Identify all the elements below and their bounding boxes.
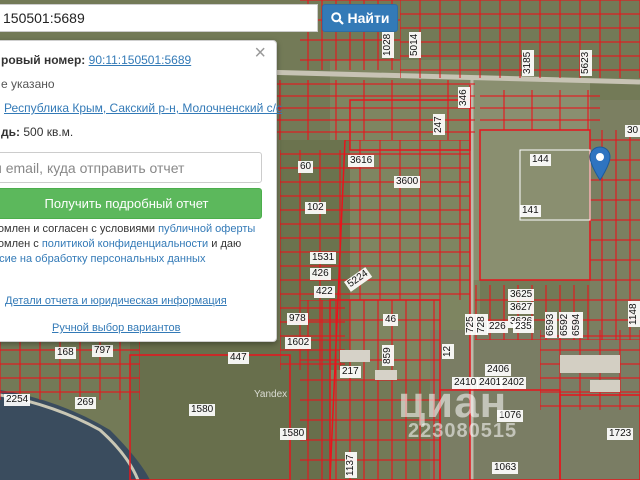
parcel-number-label: 1723	[607, 428, 634, 440]
parcel-number-label: 5014	[409, 31, 421, 58]
report-details-link[interactable]: Детали отчета и юридическая информация	[5, 295, 227, 307]
parcel-number-label: 1028	[382, 31, 394, 58]
parcel-number-label: 1148	[628, 301, 640, 327]
agree-offer-line: комлен и согласен с условиями публичной …	[0, 223, 255, 235]
manual-choice-link[interactable]: Ручной выбор вариантов	[52, 322, 180, 334]
search-input[interactable]: 150501:5689	[0, 4, 318, 32]
parcel-number-label: 447	[228, 352, 249, 364]
parcel-number-label: 1137	[345, 452, 357, 478]
parcel-number-label: 168	[55, 347, 76, 359]
parcel-number-label: 3185	[522, 49, 534, 76]
parcel-number-label: 1580	[280, 428, 307, 440]
parcel-number-label: 3627	[508, 302, 535, 314]
email-input[interactable]: и email, куда отправить отчет	[0, 152, 262, 183]
agree-privacy-line: комлен с политикой конфиденциальности и …	[0, 238, 241, 250]
parcel-number-label: 346	[458, 87, 470, 108]
location-pin-icon[interactable]	[589, 146, 611, 182]
parcel-number-label: 2254	[4, 394, 31, 406]
search-button-label: Найти	[347, 10, 390, 26]
parcel-number-label: 1531	[310, 252, 337, 264]
parcel-number-label: 3616	[348, 155, 375, 167]
area-row: дь: 500 кв.м.	[1, 125, 73, 139]
parcel-number-label: 3625	[508, 289, 535, 301]
parcel-number-label: 12	[442, 343, 454, 359]
map-provider-logo: Yandex	[254, 389, 288, 400]
parcel-number-label: 1580	[189, 404, 216, 416]
parcel-number-label: 426	[310, 268, 331, 280]
parcel-number-label: 235	[513, 321, 534, 333]
parcel-number-label: 141	[520, 205, 541, 217]
public-offer-link[interactable]: публичной оферты	[158, 223, 255, 235]
agree-offer-text: комлен и согласен с условиями	[0, 223, 159, 235]
parcel-number-label: 144	[530, 154, 551, 166]
watermark-id: 223080515	[408, 420, 518, 442]
agree-privacy-text: комлен с	[0, 238, 39, 250]
cadastral-label: ровый номер:	[1, 53, 86, 67]
parcel-number-label: 247	[433, 114, 445, 135]
parcel-number-label: 60	[298, 161, 314, 173]
status-text: е указано	[1, 77, 55, 91]
parcel-number-label: 217	[340, 366, 361, 378]
agree-privacy-suffix: и даю	[208, 238, 242, 250]
search-button[interactable]: Найти	[322, 4, 398, 32]
parcel-info-panel: × ровый номер: 90:11:150501:5689 е указа…	[0, 40, 282, 342]
parcel-number-label: 6594	[571, 311, 583, 338]
area-label: дь:	[1, 125, 20, 139]
parcel-number-label: 226	[487, 321, 508, 333]
parcel-number-label: 269	[75, 397, 96, 409]
parcel-number-label: 30	[625, 125, 640, 137]
cadastral-row: ровый номер: 90:11:150501:5689	[1, 53, 191, 67]
parcel-number-label: 46	[383, 314, 399, 326]
personal-data-consent-link[interactable]: асие на обработку персональных данных	[0, 253, 205, 265]
parcel-number-label: 422	[314, 286, 335, 298]
parcel-number-label: 6593	[545, 311, 557, 338]
parcel-number-label: 797	[92, 345, 113, 357]
parcel-number-label: 2406	[485, 364, 512, 376]
parcel-number-label: 3600	[394, 176, 421, 188]
address-row: Республика Крым, Сакский р-н, Молочненск…	[4, 101, 282, 115]
parcel-number-label: 6592	[559, 311, 571, 338]
parcel-number-label: 102	[305, 202, 326, 214]
search-icon	[330, 11, 344, 25]
cadastral-number-link[interactable]: 90:11:150501:5689	[89, 53, 192, 67]
get-report-button[interactable]: Получить подробный отчет	[0, 188, 262, 219]
agree-data-line: асие на обработку персональных данных	[0, 253, 205, 265]
close-icon[interactable]: ×	[254, 43, 266, 63]
parcel-number-label: 978	[287, 313, 308, 325]
area-value: 500 кв.м.	[23, 125, 74, 139]
parcel-number-label: 1602	[285, 337, 312, 349]
parcel-number-label: 1063	[492, 462, 519, 474]
parcel-number-label: 859	[382, 345, 394, 366]
parcel-number-label: 5623	[580, 49, 592, 76]
privacy-policy-link[interactable]: политикой конфиденциальности	[42, 238, 208, 250]
address-link[interactable]: Республика Крым, Сакский р-н, Молочненск…	[4, 101, 282, 115]
